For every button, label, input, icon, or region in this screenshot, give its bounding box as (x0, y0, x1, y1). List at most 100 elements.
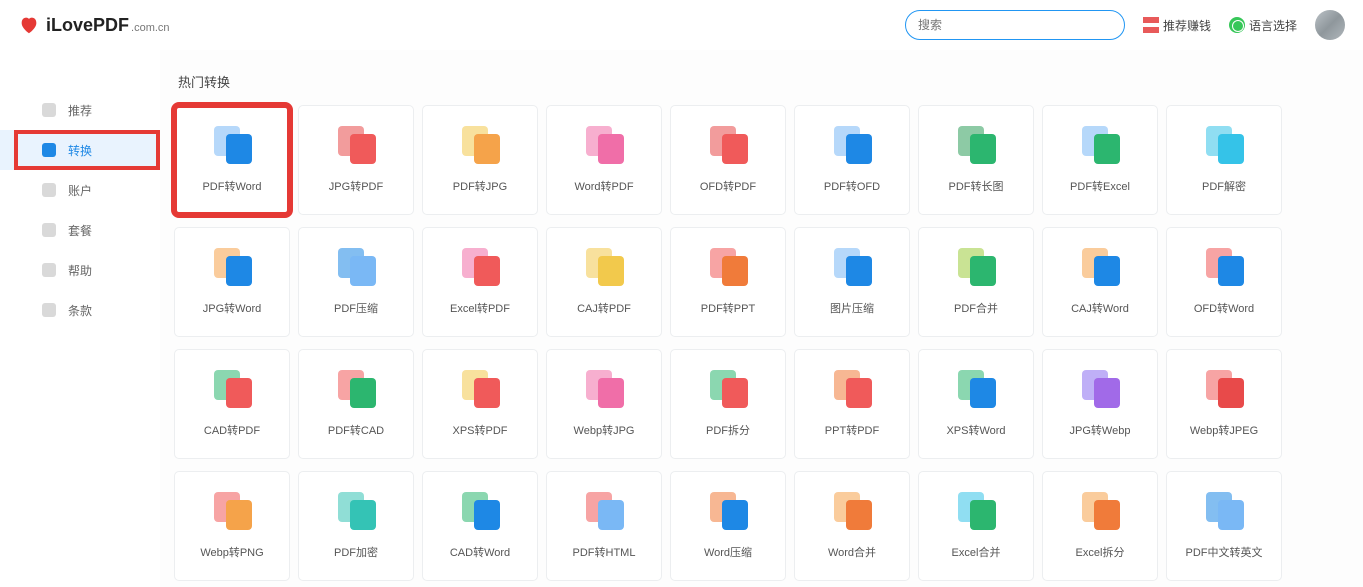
convert-card[interactable]: Webp转JPG (546, 349, 662, 459)
brand[interactable]: iLovePDF.com.cn (46, 15, 170, 36)
convert-card[interactable]: PDF解密 (1166, 105, 1282, 215)
file-convert-icon (210, 126, 254, 162)
convert-card[interactable]: PDF转OFD (794, 105, 910, 215)
file-convert-icon (954, 126, 998, 162)
card-label: PDF转CAD (328, 422, 384, 438)
card-label: Excel转PDF (450, 300, 510, 316)
convert-card[interactable]: XPS转Word (918, 349, 1034, 459)
convert-card[interactable]: PDF转JPG (422, 105, 538, 215)
gift-icon (1143, 17, 1159, 33)
file-convert-icon (830, 370, 874, 406)
convert-card[interactable]: PDF转Word (174, 105, 290, 215)
card-label: JPG转Webp (1070, 422, 1131, 438)
convert-card[interactable]: PDF压缩 (298, 227, 414, 337)
language-selector[interactable]: 语言选择 (1229, 17, 1297, 34)
file-convert-icon (458, 370, 502, 406)
card-label: CAJ转PDF (577, 300, 631, 316)
file-convert-icon (1078, 370, 1122, 406)
file-convert-icon (1202, 370, 1246, 406)
convert-card[interactable]: PDF中文转英文 (1166, 471, 1282, 581)
convert-card[interactable]: Word合并 (794, 471, 910, 581)
card-label: PDF解密 (1202, 178, 1246, 194)
sidebar: 推荐转换账户套餐帮助条款 (0, 50, 160, 587)
convert-card[interactable]: PDF转Excel (1042, 105, 1158, 215)
card-label: PDF转Excel (1070, 178, 1130, 194)
convert-card[interactable]: CAJ转PDF (546, 227, 662, 337)
convert-card[interactable]: CAJ转Word (1042, 227, 1158, 337)
card-label: PDF加密 (334, 544, 378, 560)
convert-card[interactable]: Excel合并 (918, 471, 1034, 581)
sidebar-item-convert[interactable]: 转换 (0, 130, 160, 170)
file-convert-icon (1202, 492, 1246, 528)
file-convert-icon (954, 248, 998, 284)
convert-card[interactable]: PDF转CAD (298, 349, 414, 459)
convert-card[interactable]: PDF转HTML (546, 471, 662, 581)
convert-card[interactable]: Excel拆分 (1042, 471, 1158, 581)
card-label: Word压缩 (704, 544, 752, 560)
plan-icon (42, 223, 56, 237)
convert-card[interactable]: PDF加密 (298, 471, 414, 581)
convert-card[interactable]: CAD转Word (422, 471, 538, 581)
main-content[interactable]: 热门转换 PDF转Word JPG转PDF PDF转JPG Word转PDFOFD转P… (160, 50, 1363, 587)
convert-card[interactable]: 图片压缩 (794, 227, 910, 337)
convert-card[interactable]: JPG转Webp (1042, 349, 1158, 459)
referral-link[interactable]: 推荐赚钱 (1143, 17, 1211, 34)
convert-card[interactable]: PPT转PDF (794, 349, 910, 459)
globe-icon (1229, 17, 1245, 33)
file-convert-icon (706, 370, 750, 406)
file-convert-icon (1078, 492, 1122, 528)
sidebar-item-plan[interactable]: 套餐 (0, 210, 160, 250)
file-convert-icon (334, 370, 378, 406)
convert-card[interactable]: PDF合并 (918, 227, 1034, 337)
file-convert-icon (706, 248, 750, 284)
convert-card[interactable]: PDF转PPT (670, 227, 786, 337)
convert-card[interactable]: PDF转长图 (918, 105, 1034, 215)
file-convert-icon (954, 492, 998, 528)
card-label: PDF转OFD (824, 178, 880, 194)
file-convert-icon (210, 248, 254, 284)
file-convert-icon (582, 492, 626, 528)
convert-card[interactable]: JPG转Word (174, 227, 290, 337)
sidebar-item-account[interactable]: 账户 (0, 170, 160, 210)
file-convert-icon (1202, 126, 1246, 162)
card-label: Excel合并 (952, 544, 1001, 560)
convert-card[interactable]: CAD转PDF (174, 349, 290, 459)
convert-card[interactable]: OFD转PDF (670, 105, 786, 215)
sidebar-item-label: 帮助 (68, 262, 92, 279)
convert-card[interactable]: PDF拆分 (670, 349, 786, 459)
card-label: PPT转PDF (825, 422, 879, 438)
search-input[interactable] (918, 18, 1112, 32)
search-box[interactable] (905, 10, 1125, 40)
file-convert-icon (830, 492, 874, 528)
file-convert-icon (582, 370, 626, 406)
file-convert-icon (954, 370, 998, 406)
file-convert-icon (334, 248, 378, 284)
file-convert-icon (706, 126, 750, 162)
convert-card[interactable]: Word压缩 (670, 471, 786, 581)
sidebar-item-help[interactable]: 帮助 (0, 250, 160, 290)
convert-card[interactable]: Webp转JPEG (1166, 349, 1282, 459)
referral-label: 推荐赚钱 (1163, 17, 1211, 34)
section-title: 热门转换 (178, 72, 1349, 91)
convert-card[interactable]: Word转PDF (546, 105, 662, 215)
file-convert-icon (334, 492, 378, 528)
sidebar-item-terms[interactable]: 条款 (0, 290, 160, 330)
card-label: Webp转JPEG (1190, 422, 1258, 438)
card-label: PDF拆分 (706, 422, 750, 438)
card-label: PDF转Word (202, 178, 261, 194)
convert-card[interactable]: Webp转PNG (174, 471, 290, 581)
convert-card[interactable]: Excel转PDF (422, 227, 538, 337)
file-convert-icon (210, 370, 254, 406)
page: 推荐转换账户套餐帮助条款 热门转换 PDF转Word JPG转PDF PDF转JPG… (0, 50, 1363, 587)
avatar[interactable] (1315, 10, 1345, 40)
card-label: PDF合并 (954, 300, 998, 316)
card-label: PDF中文转英文 (1186, 544, 1263, 560)
convert-card[interactable]: JPG转PDF (298, 105, 414, 215)
convert-card[interactable]: OFD转Word (1166, 227, 1282, 337)
file-convert-icon (1078, 248, 1122, 284)
convert-card[interactable]: XPS转PDF (422, 349, 538, 459)
sidebar-item-recommend[interactable]: 推荐 (0, 90, 160, 130)
card-label: XPS转PDF (452, 422, 507, 438)
card-label: PDF转JPG (453, 178, 507, 194)
sidebar-item-label: 转换 (68, 142, 92, 159)
